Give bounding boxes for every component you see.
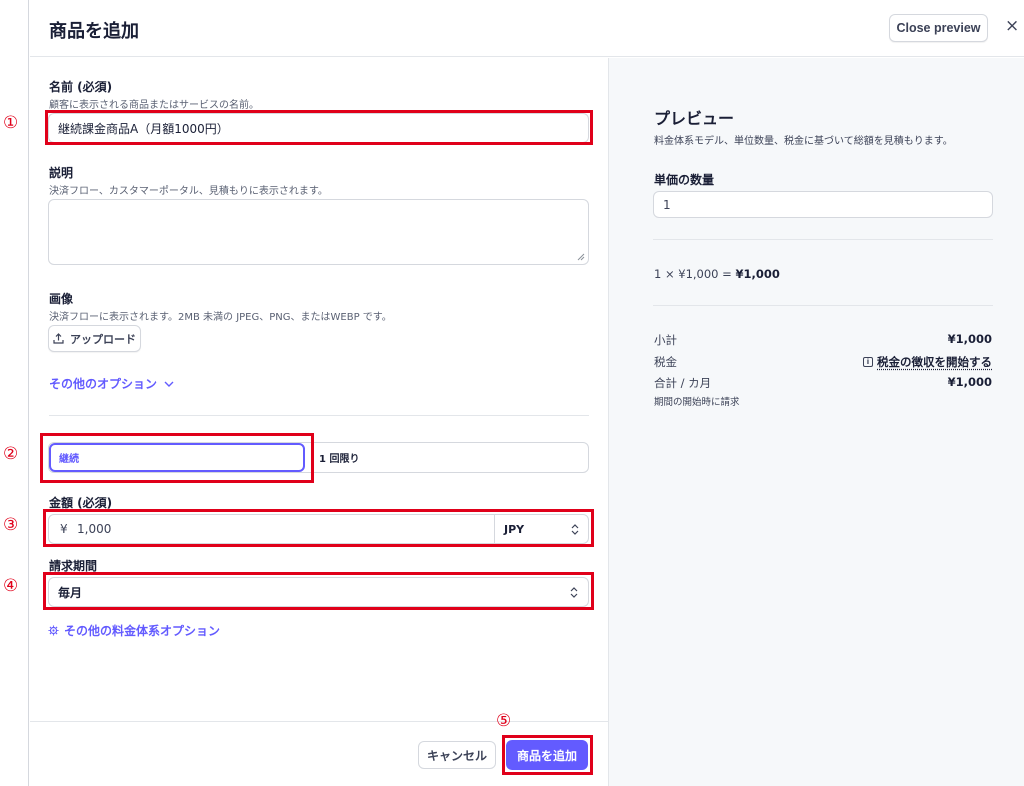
amount-input[interactable]: 1,000 [77, 522, 111, 536]
tax-link-label: 税金の徴収を開始する [877, 355, 992, 369]
name-label: 名前 (必須) [49, 80, 113, 94]
pricing-options-label: その他の料金体系オプション [64, 624, 221, 638]
start-tax-collection-link[interactable]: i 税金の徴収を開始する [863, 354, 992, 370]
currency-select[interactable]: JPY [494, 515, 589, 543]
product-form: 名前 (必須) 顧客に表示される商品またはサービスの名前。 継続課金商品A（月額… [30, 58, 608, 786]
tax-label: 税金 [654, 355, 677, 369]
pricing-options-link[interactable]: その他の料金体系オプション [48, 622, 220, 639]
preview-panel: プレビュー 料金体系モデル、単位数量、税金に基づいて総額を見積もります。 単価の… [608, 58, 1024, 786]
preview-description: 料金体系モデル、単位数量、税金に基づいて総額を見積もります。 [654, 136, 953, 147]
upload-button[interactable]: アップロード [48, 325, 141, 352]
billing-period-label: 請求期間 [49, 559, 98, 573]
quantity-input[interactable]: 1 [653, 191, 993, 218]
calc-total: ¥1,000 [735, 267, 780, 281]
more-options-label: その他のオプション [49, 377, 158, 391]
modal-header: 商品を追加 Close preview × [30, 0, 1024, 57]
currency-value: JPY [504, 522, 525, 536]
image-help: 決済フローに表示されます。2MB 未満の JPEG、PNG、またはWEBP です… [49, 312, 392, 323]
add-product-button[interactable]: 商品を追加 [506, 740, 588, 770]
billing-type-one-time[interactable]: 1 回限り [319, 443, 359, 472]
callout-3: ③ [3, 515, 19, 535]
upload-icon [53, 333, 64, 344]
billing-period-value: 毎月 [58, 585, 83, 600]
resize-grip-icon[interactable] [577, 253, 585, 261]
preview-title: プレビュー [654, 109, 735, 128]
image-label: 画像 [49, 292, 74, 306]
quantity-label: 単価の数量 [654, 173, 715, 187]
section-divider [49, 415, 589, 416]
callout-5: ⑤ [496, 711, 512, 731]
close-preview-button[interactable]: Close preview [889, 14, 988, 42]
callout-4: ④ [3, 576, 19, 596]
amount-field[interactable]: ¥ 1,000 JPY [48, 514, 589, 544]
preview-divider [653, 239, 993, 240]
currency-symbol: ¥ [60, 522, 68, 536]
select-arrows-icon [570, 587, 578, 598]
callout-2: ② [3, 444, 19, 464]
calc-expression: 1 × ¥1,000 = [654, 267, 736, 281]
name-input[interactable]: 継続課金商品A（月額1000円） [48, 113, 589, 143]
subtotal-label: 小計 [654, 333, 677, 347]
total-note: 期間の開始時に請求 [654, 397, 740, 408]
billing-type-recurring[interactable]: 継続 [49, 443, 305, 472]
gear-icon [48, 625, 59, 636]
description-textarea[interactable] [48, 199, 589, 265]
description-help: 決済フロー、カスタマーポータル、見積もりに表示されます。 [49, 186, 328, 197]
upload-label: アップロード [70, 332, 136, 346]
total-value: ¥1,000 [947, 375, 992, 389]
cancel-button[interactable]: キャンセル [418, 741, 496, 769]
form-footer: キャンセル 商品を追加 [30, 721, 608, 786]
price-calculation: 1 × ¥1,000 = ¥1,000 [654, 267, 780, 281]
more-options-link[interactable]: その他のオプション [49, 375, 174, 392]
callout-1: ① [3, 113, 19, 133]
close-icon[interactable]: × [1005, 16, 1019, 36]
amount-label: 金額 (必須) [49, 496, 113, 510]
info-icon: i [863, 357, 873, 367]
page-title: 商品を追加 [49, 21, 139, 42]
chevron-down-icon [164, 381, 174, 387]
billing-period-select[interactable]: 毎月 [48, 577, 589, 607]
subtotal-value: ¥1,000 [947, 332, 992, 346]
preview-divider [653, 305, 993, 306]
description-label: 説明 [49, 166, 74, 180]
billing-type-toggle: 継続 1 回限り [48, 442, 589, 473]
total-label: 合計 / カ月 [654, 376, 712, 390]
select-arrows-icon [571, 524, 579, 535]
name-help: 顧客に表示される商品またはサービスの名前。 [49, 100, 259, 111]
gutter-divider [28, 0, 29, 786]
